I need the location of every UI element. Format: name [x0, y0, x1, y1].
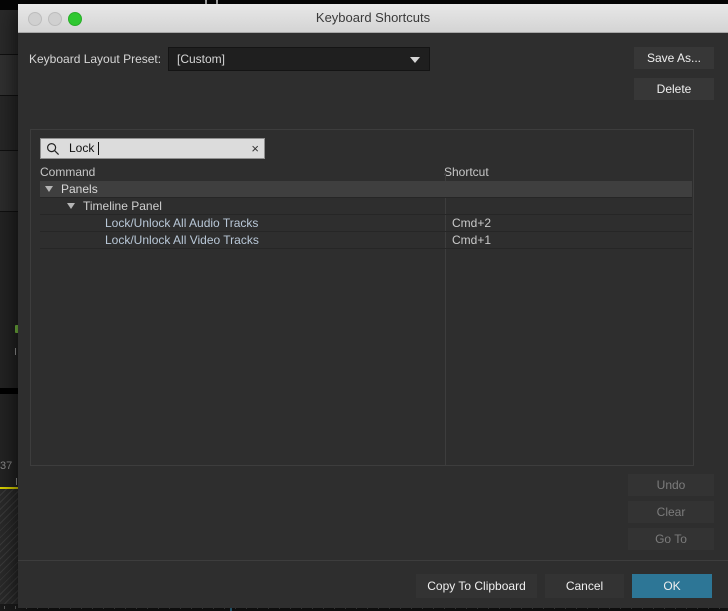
clear-search-icon[interactable]: × [251, 139, 259, 158]
ok-button[interactable]: OK [632, 574, 712, 598]
preset-selected-value: [Custom] [177, 52, 226, 66]
command-cell: Lock/Unlock All Audio Tracks [105, 216, 259, 230]
shortcuts-list-panel: Lock × Command Shortcut Panels Timeline P… [30, 129, 694, 466]
dialog-body: Keyboard Layout Preset: [Custom] Save As… [18, 33, 728, 608]
background-tick [15, 348, 16, 355]
search-icon [46, 142, 60, 161]
shortcut-cell[interactable] [445, 181, 692, 197]
chevron-down-icon [410, 57, 420, 63]
keyboard-layout-preset-select[interactable]: [Custom] [168, 47, 430, 71]
table-row[interactable]: Lock/Unlock All Audio Tracks Cmd+2 [40, 215, 692, 232]
delete-button[interactable]: Delete [634, 78, 714, 100]
table-row[interactable]: Lock/Unlock All Video Tracks Cmd+1 [40, 232, 692, 249]
shortcut-cell[interactable]: Cmd+1 [445, 232, 692, 248]
undo-button[interactable]: Undo [628, 474, 714, 496]
dialog-title: Keyboard Shortcuts [315, 10, 431, 25]
command-cell: Panels [61, 182, 98, 196]
command-cell: Timeline Panel [83, 199, 162, 213]
shortcut-cell[interactable] [445, 198, 692, 214]
dialog-titlebar[interactable]: Keyboard Shortcuts [18, 4, 728, 33]
go-to-button[interactable]: Go To [628, 528, 714, 550]
copy-to-clipboard-button[interactable]: Copy To Clipboard [416, 574, 537, 598]
preset-label: Keyboard Layout Preset: [29, 52, 162, 66]
command-cell: Lock/Unlock All Video Tracks [105, 233, 259, 247]
column-header-shortcut: Shortcut [444, 165, 489, 179]
table-row[interactable]: Panels [40, 181, 692, 198]
save-as-button[interactable]: Save As... [634, 47, 714, 69]
search-input-value: Lock [69, 141, 95, 155]
background-ruler-tick [15, 606, 16, 609]
cancel-button[interactable]: Cancel [545, 574, 624, 598]
background-tick [16, 478, 17, 485]
column-headers: Command Shortcut [31, 164, 693, 180]
column-header-command: Command [40, 165, 96, 179]
shortcuts-tree: Panels Timeline Panel Lock/Unlock All Audi… [40, 181, 692, 464]
table-row[interactable]: Timeline Panel [40, 198, 692, 215]
search-input[interactable]: Lock × [40, 138, 265, 159]
keyboard-shortcuts-dialog: Keyboard Shortcuts Keyboard Layout Prese… [18, 4, 728, 608]
background-ruler-tick [4, 606, 5, 609]
footer-separator [18, 560, 728, 561]
text-caret [98, 142, 99, 155]
shortcut-cell[interactable]: Cmd+2 [445, 215, 692, 231]
clear-button[interactable]: Clear [628, 501, 714, 523]
